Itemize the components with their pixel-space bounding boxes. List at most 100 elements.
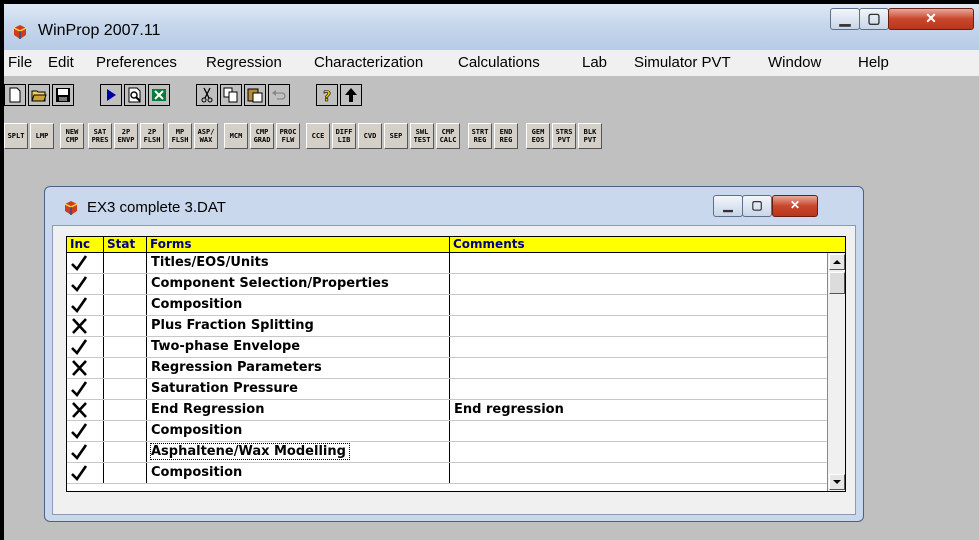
toolbar2-button-strs-pvt[interactable]: STRS PVT (552, 123, 576, 149)
maximize-button[interactable]: ▢ (859, 8, 889, 30)
comment-cell[interactable] (450, 295, 827, 315)
table-row[interactable]: Composition (67, 421, 827, 442)
toolbar2-button-asp-wax[interactable]: ASP/ WAX (194, 123, 218, 149)
toolbar2-button-cvd[interactable]: CVD (358, 123, 382, 149)
undo-button[interactable] (268, 84, 290, 106)
toolbar2-button-gem-eos[interactable]: GEM EOS (526, 123, 550, 149)
comment-cell[interactable] (450, 358, 827, 378)
check-icon[interactable] (67, 295, 104, 315)
toolbar2-button-2p-flsh[interactable]: 2P FLSH (140, 123, 164, 149)
toolbar2-button-new-cmp[interactable]: NEW CMP (60, 123, 84, 149)
comment-cell[interactable] (450, 316, 827, 336)
paste-button[interactable] (244, 84, 266, 106)
help-button[interactable]: ? (316, 84, 338, 106)
comment-cell[interactable] (450, 421, 827, 441)
comment-cell[interactable] (450, 442, 827, 462)
col-forms[interactable]: Forms (147, 237, 450, 252)
form-cell[interactable]: Component Selection/Properties (147, 274, 450, 294)
new-button[interactable] (4, 84, 26, 106)
table-row[interactable]: Plus Fraction Splitting (67, 316, 827, 337)
table-row[interactable]: Titles/EOS/Units (67, 253, 827, 274)
excel-button[interactable] (148, 84, 170, 106)
comment-cell[interactable] (450, 379, 827, 399)
toolbar2-button-lmp[interactable]: LMP (30, 123, 54, 149)
check-icon[interactable] (67, 463, 104, 483)
table-row[interactable]: Asphaltene/Wax Modelling (67, 442, 827, 463)
menu-file[interactable]: File (8, 54, 32, 71)
copy-button[interactable] (220, 84, 242, 106)
toolbar2-button-cmp-grad[interactable]: CMP GRAD (250, 123, 274, 149)
doc-maximize-button[interactable]: ▢ (742, 195, 772, 217)
toolbar2-button-strt-reg[interactable]: STRT REG (468, 123, 492, 149)
col-stat[interactable]: Stat (104, 237, 147, 252)
up-button[interactable] (340, 84, 362, 106)
table-row[interactable]: Regression Parameters (67, 358, 827, 379)
cross-icon[interactable] (67, 316, 104, 336)
table-row[interactable]: Composition (67, 463, 827, 484)
toolbar2-button-2p-envp[interactable]: 2P ENVP (114, 123, 138, 149)
form-cell[interactable]: Composition (147, 295, 450, 315)
menu-regression[interactable]: Regression (206, 54, 282, 71)
toolbar2-button-proc-flw[interactable]: PROC FLW (276, 123, 300, 149)
toolbar2-button-swl-test[interactable]: SWL TEST (410, 123, 434, 149)
comment-cell[interactable] (450, 274, 827, 294)
menu-calculations[interactable]: Calculations (458, 54, 540, 71)
form-cell[interactable]: Asphaltene/Wax Modelling (147, 442, 450, 462)
menu-edit[interactable]: Edit (48, 54, 74, 71)
table-row[interactable]: Saturation Pressure (67, 379, 827, 400)
scroll-down-button[interactable] (829, 474, 845, 490)
vertical-scrollbar[interactable] (827, 253, 845, 491)
toolbar2-button-sep[interactable]: SEP (384, 123, 408, 149)
menu-characterization[interactable]: Characterization (314, 54, 423, 71)
col-comments[interactable]: Comments (450, 237, 845, 252)
doc-close-button[interactable]: ✕ (772, 195, 818, 217)
form-cell[interactable]: Regression Parameters (147, 358, 450, 378)
form-cell[interactable]: Titles/EOS/Units (147, 253, 450, 273)
menu-help[interactable]: Help (858, 54, 889, 71)
toolbar2-button-diff-lib[interactable]: DIFF LIB (332, 123, 356, 149)
scroll-thumb[interactable] (829, 272, 845, 294)
menu-simulator-pvt[interactable]: Simulator PVT (634, 54, 731, 71)
print-preview-button[interactable] (124, 84, 146, 106)
menu-preferences[interactable]: Preferences (96, 54, 177, 71)
minimize-button[interactable]: ▁ (830, 8, 860, 30)
cut-button[interactable] (196, 84, 218, 106)
run-button[interactable] (100, 84, 122, 106)
toolbar2-button-splt[interactable]: SPLT (4, 123, 28, 149)
save-button[interactable] (52, 84, 74, 106)
toolbar2-button-cce[interactable]: CCE (306, 123, 330, 149)
form-cell[interactable]: Composition (147, 463, 450, 483)
table-row[interactable]: Two-phase Envelope (67, 337, 827, 358)
check-icon[interactable] (67, 274, 104, 294)
toolbar2-button-mp-flsh[interactable]: MP FLSH (168, 123, 192, 149)
scroll-up-button[interactable] (829, 254, 845, 270)
table-row[interactable]: Component Selection/Properties (67, 274, 827, 295)
form-cell[interactable]: Composition (147, 421, 450, 441)
toolbar2-button-cmp-calc[interactable]: CMP CALC (436, 123, 460, 149)
open-button[interactable] (28, 84, 50, 106)
col-inc[interactable]: Inc (67, 237, 104, 252)
table-row[interactable]: Composition (67, 295, 827, 316)
form-cell[interactable]: Saturation Pressure (147, 379, 450, 399)
comment-cell[interactable] (450, 463, 827, 483)
form-cell[interactable]: End Regression (147, 400, 450, 420)
toolbar2-button-end-reg[interactable]: END REG (494, 123, 518, 149)
check-icon[interactable] (67, 421, 104, 441)
toolbar2-button-sat-pres[interactable]: SAT PRES (88, 123, 112, 149)
check-icon[interactable] (67, 337, 104, 357)
cross-icon[interactable] (67, 400, 104, 420)
comment-cell[interactable] (450, 253, 827, 273)
comment-cell[interactable]: End regression (450, 400, 827, 420)
table-row[interactable]: End Regression End regression (67, 400, 827, 421)
close-button[interactable]: ✕ (888, 8, 974, 30)
toolbar2-button-mcm[interactable]: MCM (224, 123, 248, 149)
check-icon[interactable] (67, 379, 104, 399)
menu-window[interactable]: Window (768, 54, 821, 71)
doc-minimize-button[interactable]: ▁ (713, 195, 743, 217)
menu-lab[interactable]: Lab (582, 54, 607, 71)
form-cell[interactable]: Two-phase Envelope (147, 337, 450, 357)
comment-cell[interactable] (450, 337, 827, 357)
check-icon[interactable] (67, 253, 104, 273)
form-cell[interactable]: Plus Fraction Splitting (147, 316, 450, 336)
cross-icon[interactable] (67, 358, 104, 378)
